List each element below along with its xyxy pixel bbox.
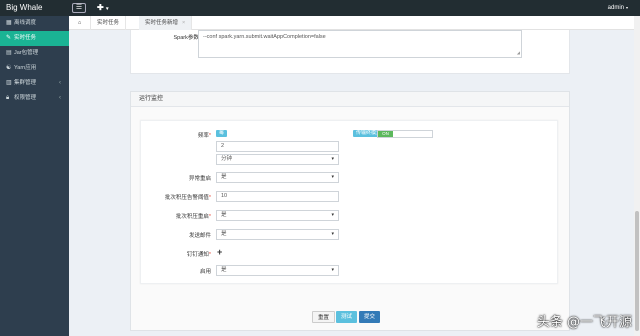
- sidebar-item-label: 权限管理: [14, 95, 37, 101]
- tab-label: 实时任务: [97, 20, 120, 26]
- batch-threshold-label: 批次积压告警阈值*: [164, 195, 211, 201]
- app-icon: ☯: [6, 65, 12, 71]
- sidebar-item-permission-manage[interactable]: 🔒︎ 权限管理 ‹: [0, 91, 69, 106]
- lock-icon: 🔒︎: [6, 95, 10, 101]
- basic-config-panel: Spark参数* --conf spark.yarn.submit.waitAp…: [130, 30, 570, 74]
- tab-realtime-task-add[interactable]: 实时任务新增 ×: [139, 16, 193, 30]
- email-label: 发送邮件: [188, 233, 211, 239]
- frequency-unit-select[interactable]: 分钟: [216, 154, 339, 165]
- calendar-icon: ▦: [6, 20, 12, 26]
- tab-realtime-task[interactable]: 实时任务: [91, 16, 127, 30]
- sidebar-item-realtime-task[interactable]: ✎ 实时任务: [0, 31, 69, 46]
- user-name: admin: [607, 5, 624, 11]
- frequency-badge: 每: [216, 130, 228, 137]
- task-icon: ✎: [6, 35, 12, 41]
- home-icon: ⌂: [77, 20, 82, 26]
- chevron-left-icon: ‹: [59, 95, 61, 101]
- sidebar-item-label: Yarn应用: [14, 65, 37, 71]
- add-menu-button[interactable]: ✚ ▾: [97, 0, 108, 16]
- frequency-input[interactable]: 2: [216, 141, 339, 152]
- sidebar-item-offline-schedule[interactable]: ▦ 离线调度: [0, 16, 69, 31]
- add-icon[interactable]: +: [217, 247, 222, 257]
- resize-handle-icon[interactable]: ◢: [517, 50, 520, 56]
- home-tab[interactable]: ⌂: [69, 16, 91, 30]
- monitor-section: 运行监控 频率* 每 2 分钟 传输终模式 ON 异常重启 是 批次积压告警阈值…: [130, 91, 570, 331]
- frequency-label: 频率*: [197, 133, 211, 139]
- alert-mode-toggle[interactable]: ON: [377, 130, 433, 138]
- toggle-on-label: ON: [378, 131, 393, 137]
- caret-down-icon: ▾: [105, 6, 109, 12]
- section-title: 运行监控: [131, 92, 569, 107]
- sidebar-item-yarn-apps[interactable]: ☯ Yarn应用: [0, 61, 69, 76]
- sidebar-item-label: 实时任务: [14, 35, 37, 41]
- restart-select[interactable]: 是: [216, 172, 339, 183]
- file-icon: ▤: [6, 50, 12, 56]
- watermark: 头条 @一飞开源: [536, 315, 632, 330]
- enable-select[interactable]: 是: [216, 265, 339, 276]
- sidebar-item-label: 集群管理: [14, 80, 37, 86]
- scrollbar-thumb[interactable]: [635, 211, 639, 331]
- sidebar: ▦ 离线调度 ✎ 实时任务 ▤ Jar包管理 ☯ Yarn应用 ▥ 集群管理 ‹ 🔒︎ 权限管…: [0, 16, 69, 336]
- sidebar-item-jar-manage[interactable]: ▤ Jar包管理: [0, 46, 69, 61]
- monitor-form: 频率* 每 2 分钟 传输终模式 ON 异常重启 是 批次积压告警阈值* 10 …: [140, 120, 558, 284]
- enable-label: 启用: [199, 269, 211, 275]
- sidebar-item-label: 离线调度: [14, 20, 37, 26]
- spark-params-label: Spark参数*: [173, 35, 201, 41]
- user-menu[interactable]: admin ▾: [608, 0, 628, 16]
- email-select[interactable]: 是: [216, 229, 339, 240]
- caret-down-icon: ▾: [625, 5, 628, 10]
- sidebar-item-cluster-manage[interactable]: ▥ 集群管理 ‹: [0, 76, 69, 91]
- chevron-left-icon: ‹: [59, 80, 61, 86]
- batch-threshold-input[interactable]: 10: [216, 191, 339, 202]
- top-navbar: Big Whale ☰ ✚ ▾ admin ▾: [0, 0, 640, 16]
- page-scrollbar[interactable]: [634, 16, 640, 336]
- menu-toggle-icon[interactable]: ☰: [72, 3, 86, 13]
- batch-restart-select[interactable]: 是: [216, 210, 339, 221]
- submit-button[interactable]: 提交: [359, 311, 381, 323]
- main-content: Spark参数* --conf spark.yarn.submit.waitAp…: [76, 30, 633, 336]
- tab-label: 实时任务新增: [145, 20, 179, 26]
- reset-button[interactable]: 重置: [312, 311, 336, 323]
- server-icon: ▥: [6, 80, 12, 86]
- batch-restart-label: 批次积压重启*: [175, 214, 211, 220]
- app-brand[interactable]: Big Whale: [0, 0, 68, 16]
- spark-params-textarea[interactable]: --conf spark.yarn.submit.waitAppCompleti…: [198, 30, 522, 58]
- restart-label: 异常重启: [188, 176, 211, 182]
- test-button[interactable]: 测试: [336, 311, 358, 323]
- close-icon[interactable]: ×: [182, 20, 185, 26]
- sidebar-item-label: Jar包管理: [14, 50, 39, 56]
- dingding-label: 钉钉通知*: [186, 252, 211, 258]
- tab-bar: ⌂ 实时任务 实时任务新增 ×: [69, 16, 640, 30]
